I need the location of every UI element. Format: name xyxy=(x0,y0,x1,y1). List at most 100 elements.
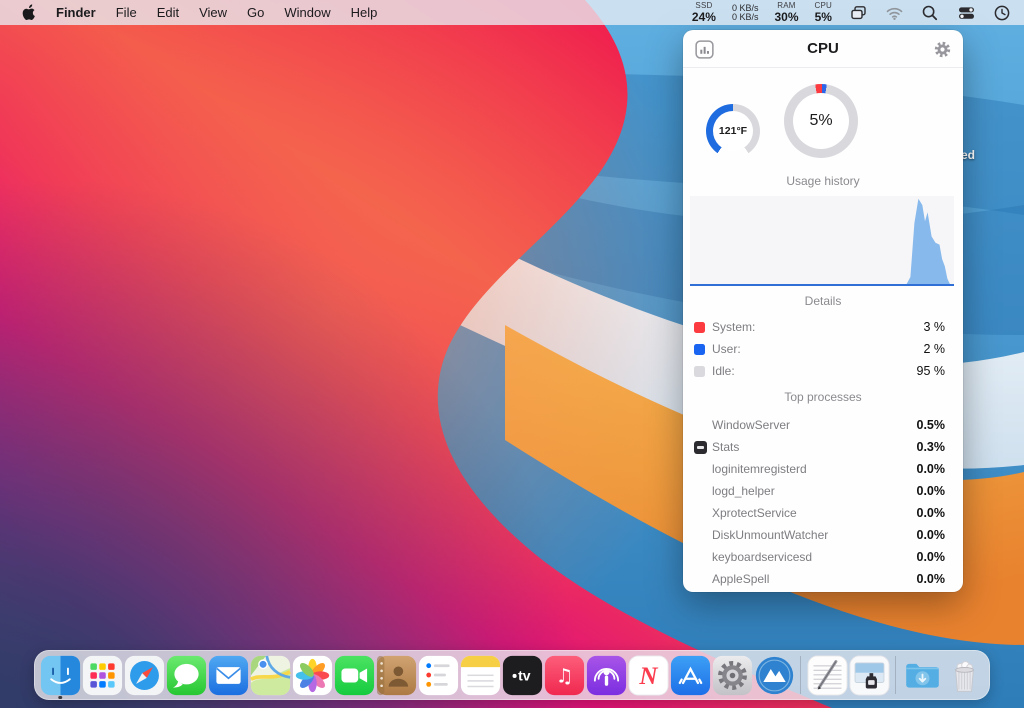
menu-help[interactable]: Help xyxy=(341,0,388,25)
menu-go[interactable]: Go xyxy=(237,0,274,25)
temperature-gauge: 121°F xyxy=(706,104,760,158)
control-center-icon[interactable] xyxy=(956,4,976,22)
dock-item-news[interactable]: N xyxy=(627,652,669,698)
app-menus: FinderFileEditViewGoWindowHelp xyxy=(46,0,387,25)
detail-value: 3 % xyxy=(923,320,945,334)
trash-icon xyxy=(944,655,985,696)
desktop-icon-label[interactable]: ed xyxy=(961,148,975,162)
dock-item-preview[interactable] xyxy=(848,652,890,698)
system-preferences-icon xyxy=(712,655,753,696)
ram-value: 30% xyxy=(774,11,798,23)
cpu-label: CPU xyxy=(815,2,833,10)
gear-icon[interactable] xyxy=(932,39,952,59)
dock-item-messages[interactable] xyxy=(165,652,207,698)
dock-item-system-preferences[interactable] xyxy=(711,652,753,698)
legend-swatch xyxy=(694,322,705,333)
windows-icon[interactable] xyxy=(848,4,868,22)
process-cpu-value: 0.5% xyxy=(917,418,946,432)
status-widget-ram[interactable]: RAM30% xyxy=(774,2,798,23)
dock-item-mail[interactable] xyxy=(207,652,249,698)
panel-header: CPU xyxy=(683,30,963,68)
process-cpu-value: 0.0% xyxy=(917,550,946,564)
process-name: WindowServer xyxy=(712,418,790,432)
menu-file[interactable]: File xyxy=(106,0,147,25)
process-cpu-value: 0.0% xyxy=(917,462,946,476)
usage-history-chart xyxy=(690,196,954,286)
dock-item-trash[interactable] xyxy=(943,652,985,698)
svg-text:tv: tv xyxy=(518,667,531,683)
process-cpu-value: 0.0% xyxy=(917,484,946,498)
stats-app-icon xyxy=(694,441,707,454)
downloads-icon xyxy=(902,655,943,696)
dock-item-downloads[interactable] xyxy=(901,652,943,698)
notes-icon xyxy=(460,655,501,696)
dock-item-facetime[interactable] xyxy=(333,652,375,698)
safari-icon xyxy=(124,655,165,696)
process-name: DiskUnmountWatcher xyxy=(712,528,828,542)
launchpad-icon xyxy=(82,655,123,696)
status-widget-ssd[interactable]: SSD24% xyxy=(692,2,716,23)
dock-item-contacts[interactable] xyxy=(375,652,417,698)
clock-icon[interactable] xyxy=(992,4,1012,22)
network-speed: 0 KB/s xyxy=(732,13,759,22)
dock-item-maps[interactable] xyxy=(249,652,291,698)
bar-chart-icon[interactable] xyxy=(694,39,714,59)
dock-item-finder[interactable] xyxy=(39,652,81,698)
wifi-icon[interactable] xyxy=(884,4,904,22)
menu-finder[interactable]: Finder xyxy=(46,0,106,25)
spotlight-icon[interactable] xyxy=(920,4,940,22)
status-widget-cpu[interactable]: CPU5% xyxy=(815,2,833,23)
ssd-label: SSD xyxy=(695,2,712,10)
tv-icon: tv xyxy=(502,655,543,696)
messages-icon xyxy=(166,655,207,696)
process-row-applespell: AppleSpell0.0% xyxy=(683,568,963,590)
detail-value: 2 % xyxy=(923,342,945,356)
preview-icon xyxy=(849,655,890,696)
contacts-icon xyxy=(376,655,417,696)
panel-title: CPU xyxy=(807,40,839,57)
photos-icon xyxy=(292,655,333,696)
dock-item-music[interactable]: ♫ xyxy=(543,652,585,698)
ram-label: RAM xyxy=(777,2,795,10)
process-row-windowserver: WindowServer 0.5% xyxy=(683,414,963,436)
detail-row-user: User:2 % xyxy=(683,338,963,360)
process-row-logd_helper: logd_helper0.0% xyxy=(683,480,963,502)
cpu-usage-gauge: 5% xyxy=(784,84,858,158)
dock-item-launchpad[interactable] xyxy=(81,652,123,698)
process-row-diskunmountwatcher: DiskUnmountWatcher0.0% xyxy=(683,524,963,546)
dock-item-tv[interactable]: tv xyxy=(501,652,543,698)
process-row-stats: Stats0.3% xyxy=(683,436,963,458)
dock-item-reminders[interactable] xyxy=(417,652,459,698)
dock-item-mountain-app[interactable] xyxy=(753,652,795,698)
dock-item-app-store[interactable] xyxy=(669,652,711,698)
status-widget-network[interactable]: 0 KB/s0 KB/s xyxy=(732,3,759,22)
music-icon: ♫ xyxy=(544,655,585,696)
dock: tv ♫ N xyxy=(34,650,990,700)
dock-item-notes[interactable] xyxy=(459,652,501,698)
menu-window[interactable]: Window xyxy=(274,0,340,25)
legend-swatch xyxy=(694,344,705,355)
menu-view[interactable]: View xyxy=(189,0,237,25)
process-row-keyboardservicesd: keyboardservicesd 0.0% xyxy=(683,546,963,568)
usage-history-label: Usage history xyxy=(683,174,963,188)
dock-item-photos[interactable] xyxy=(291,652,333,698)
process-name: Stats xyxy=(712,440,739,454)
process-name: loginitemregisterd xyxy=(712,462,807,476)
podcasts-icon xyxy=(586,655,627,696)
textedit-icon xyxy=(807,655,848,696)
cpu-value: 5% xyxy=(815,11,832,23)
dock-item-podcasts[interactable] xyxy=(585,652,627,698)
facetime-icon xyxy=(334,655,375,696)
dock-divider-2 xyxy=(895,656,896,694)
dock-item-safari[interactable] xyxy=(123,652,165,698)
dock-item-textedit[interactable] xyxy=(806,652,848,698)
apple-menu[interactable] xyxy=(12,4,46,21)
process-name: XprotectService xyxy=(712,506,797,520)
desktop: FinderFileEditViewGoWindowHelp SSD24% 0 K… xyxy=(0,0,1024,708)
menu-edit[interactable]: Edit xyxy=(147,0,189,25)
running-indicator xyxy=(58,696,62,700)
apple-logo-icon xyxy=(22,4,36,21)
ssd-value: 24% xyxy=(692,11,716,23)
process-cpu-value: 0.0% xyxy=(917,506,946,520)
process-name: keyboardservicesd xyxy=(712,550,812,564)
